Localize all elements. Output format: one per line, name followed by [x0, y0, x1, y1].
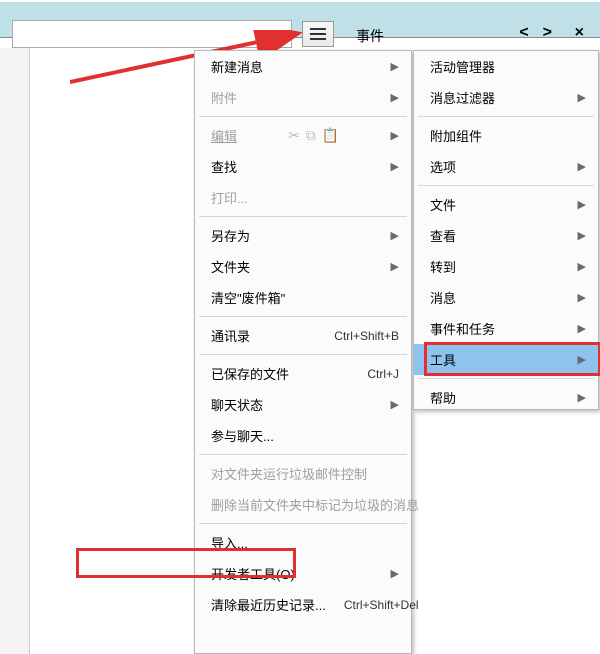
chevron-right-icon: ▶	[578, 229, 586, 242]
menu-join-chat[interactable]: 参与聊天...	[195, 420, 411, 451]
submenu-addons[interactable]: 附加组件	[414, 120, 598, 151]
menu-find[interactable]: 查找▶	[195, 151, 411, 182]
chevron-right-icon: ▶	[391, 398, 399, 411]
menu-print: 打印...	[195, 182, 411, 213]
submenu-activity-manager[interactable]: 活动管理器	[414, 51, 598, 82]
submenu-options[interactable]: 选项▶	[414, 151, 598, 182]
submenu-file[interactable]: 文件▶	[414, 189, 598, 220]
hamburger-menu-button[interactable]	[302, 21, 334, 47]
submenu-view[interactable]: 查看▶	[414, 220, 598, 251]
close-button[interactable]: ×	[575, 24, 584, 42]
menu-junk-control: 对文件夹运行垃圾邮件控制	[195, 458, 411, 489]
chevron-right-icon: ▶	[578, 260, 586, 273]
address-input[interactable]	[12, 20, 292, 48]
nav-prev-button[interactable]: <	[519, 24, 528, 42]
hamburger-icon	[310, 28, 326, 40]
chevron-right-icon: ▶	[391, 229, 399, 242]
paste-icon: 📋	[322, 127, 339, 144]
menu-delete-junk: 删除当前文件夹中标记为垃圾的消息	[195, 489, 411, 520]
submenu-tools[interactable]: 工具▶	[414, 344, 598, 375]
chevron-right-icon: ▶	[578, 91, 586, 104]
submenu-help[interactable]: 帮助▶	[414, 382, 598, 413]
chevron-right-icon: ▶	[391, 60, 399, 73]
chevron-right-icon: ▶	[578, 291, 586, 304]
main-menu-panel: 新建消息▶ 附件▶ 编辑 ✂⧉📋 ▶ 查找▶ 打印... 另存为▶ 文件夹▶ 清…	[194, 50, 412, 654]
header-title: 事件	[356, 26, 384, 46]
chevron-right-icon: ▶	[578, 198, 586, 211]
chevron-right-icon: ▶	[391, 160, 399, 173]
submenu-events-tasks[interactable]: 事件和任务▶	[414, 313, 598, 344]
menu-saved-files[interactable]: 已保存的文件Ctrl+J	[195, 358, 411, 389]
chevron-right-icon: ▶	[391, 567, 399, 580]
chevron-right-icon: ▶	[578, 391, 586, 404]
menu-new-message[interactable]: 新建消息▶	[195, 51, 411, 82]
sub-menu-panel: 活动管理器 消息过滤器▶ 附加组件 选项▶ 文件▶ 查看▶ 转到▶ 消息▶ 事件…	[413, 50, 599, 410]
chevron-right-icon: ▶	[391, 91, 399, 104]
menu-chat-status[interactable]: 聊天状态▶	[195, 389, 411, 420]
chevron-right-icon: ▶	[391, 129, 399, 142]
submenu-message-filter[interactable]: 消息过滤器▶	[414, 82, 598, 113]
menu-attachment: 附件▶	[195, 82, 411, 113]
chevron-right-icon: ▶	[578, 160, 586, 173]
sidebar	[0, 48, 30, 654]
nav-next-button[interactable]: >	[543, 24, 552, 42]
menu-dev-tools[interactable]: 开发者工具(O)▶	[195, 558, 411, 589]
menu-edit: 编辑 ✂⧉📋 ▶	[195, 120, 411, 151]
chevron-right-icon: ▶	[391, 260, 399, 273]
menu-empty-trash[interactable]: 清空"废件箱"	[195, 282, 411, 313]
menu-clear-history[interactable]: 清除最近历史记录...Ctrl+Shift+Del	[195, 589, 411, 620]
menu-save-as[interactable]: 另存为▶	[195, 220, 411, 251]
submenu-message[interactable]: 消息▶	[414, 282, 598, 313]
copy-icon: ⧉	[306, 127, 316, 144]
menu-folder[interactable]: 文件夹▶	[195, 251, 411, 282]
chevron-right-icon: ▶	[578, 322, 586, 335]
submenu-goto[interactable]: 转到▶	[414, 251, 598, 282]
chevron-right-icon: ▶	[578, 353, 586, 366]
cut-icon: ✂	[288, 127, 300, 144]
menu-addressbook[interactable]: 通讯录Ctrl+Shift+B	[195, 320, 411, 351]
menu-import[interactable]: 导入...	[195, 527, 411, 558]
